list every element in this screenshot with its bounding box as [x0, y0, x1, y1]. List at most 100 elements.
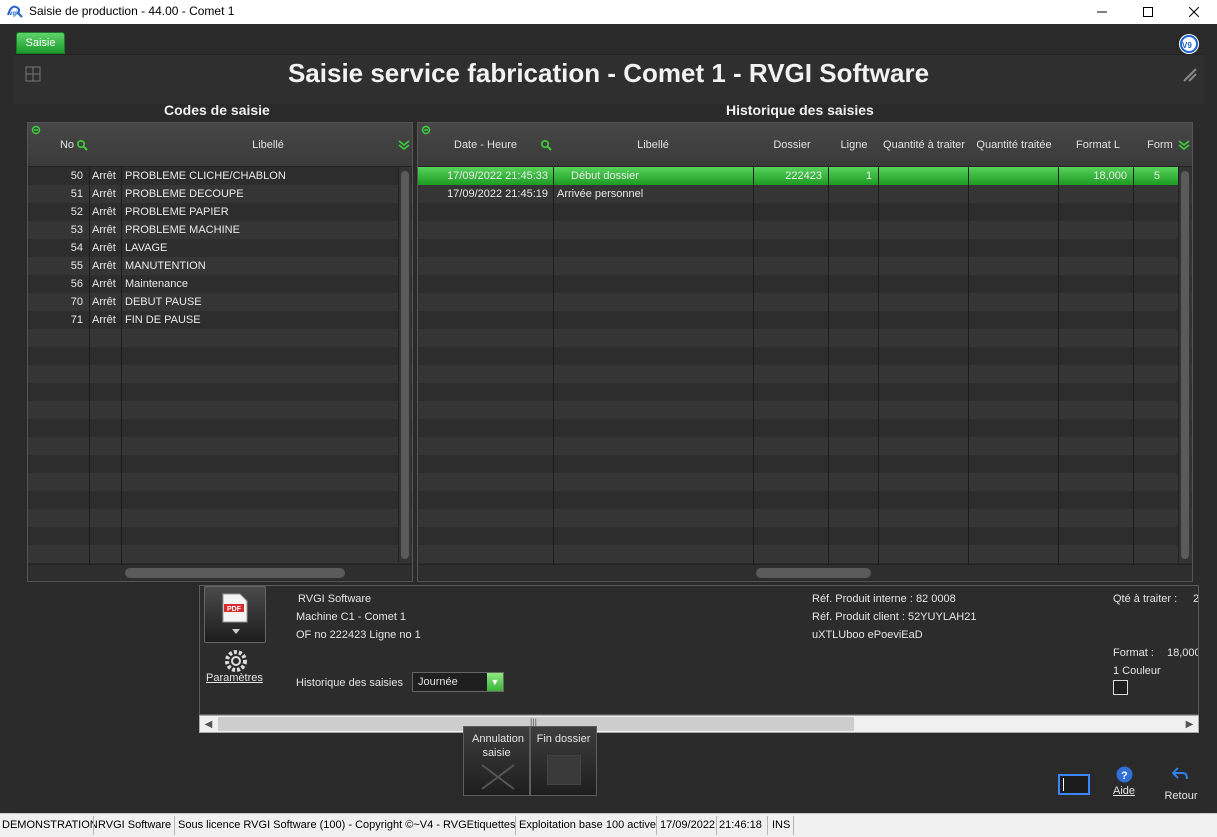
codes-section-title: Codes de saisie	[164, 102, 270, 118]
resize-grip-icon[interactable]	[1181, 66, 1199, 84]
code-type: Arrêt	[92, 170, 116, 182]
gear-icon[interactable]	[222, 648, 250, 674]
status-date: 17/09/2022	[660, 819, 716, 831]
code-type: Arrêt	[92, 206, 116, 218]
code-type: Arrêt	[92, 260, 116, 272]
code-type: Arrêt	[92, 242, 116, 254]
column-header-form[interactable]: Form	[1145, 139, 1175, 151]
column-header-qte-traitee[interactable]: Quantité traitée	[969, 139, 1059, 151]
status-license: Sous licence RVGI Software (100) - Copyr…	[178, 819, 516, 831]
annulation-saisie-button[interactable]: Annulation saisie	[463, 726, 530, 796]
maximize-button[interactable]	[1125, 0, 1171, 24]
back-arrow-icon[interactable]	[1172, 767, 1188, 781]
code-number: 56	[70, 278, 83, 290]
fin-dossier-label: Fin dossier	[536, 733, 591, 745]
code-number: 53	[70, 224, 83, 236]
historique-filter-label: Historique des saisies	[296, 677, 403, 689]
input-box[interactable]	[1058, 774, 1090, 795]
code-libelle: PROBLEME PAPIER	[125, 206, 229, 218]
column-header-ligne[interactable]: Ligne	[830, 139, 878, 151]
column-header-date[interactable]: Date - Heure	[438, 139, 533, 151]
column-header-libelle[interactable]: Libellé	[208, 139, 328, 151]
of-line-label: OF no 222423 Ligne no 1	[296, 629, 421, 641]
row-stripe	[418, 239, 1192, 257]
svg-text:V9: V9	[1182, 41, 1192, 50]
code-number: 52	[70, 206, 83, 218]
codes-vertical-scrollbar[interactable]	[398, 167, 411, 563]
status-bar: DEMONSTRATION RVGI Software Sous licence…	[0, 813, 1217, 837]
minimize-button[interactable]	[1079, 0, 1125, 24]
codes-table-body: 50 Arrêt PROBLEME CLICHE/CHABLON 51 Arrêt PRO…	[28, 167, 412, 581]
row-stripe	[418, 383, 1192, 401]
expand-icon[interactable]	[31, 125, 43, 137]
historique-table: Date - Heure Libellé Dossier Ligne Quant…	[417, 122, 1193, 582]
chevron-down-icon[interactable]	[1178, 139, 1190, 151]
row-stripe	[28, 419, 412, 437]
history-date: 17/09/2022 21:45:33	[447, 170, 548, 182]
row-stripe	[28, 365, 412, 383]
application-frame: Saisie V9 Saisie service fabrication - C…	[14, 24, 1203, 812]
column-header-qte-a-traiter[interactable]: Quantité à traiter	[879, 139, 969, 151]
table-row[interactable]: 51 Arrêt PROBLEME DECOUPE	[28, 185, 398, 203]
history-qte-a-traiter	[879, 167, 964, 185]
column-header-format-l[interactable]: Format L	[1063, 139, 1133, 151]
dropdown-arrow-icon	[232, 629, 240, 634]
table-row[interactable]: 56 Arrêt Maintenance	[28, 275, 398, 293]
row-stripe	[418, 329, 1192, 347]
row-stripe	[28, 383, 412, 401]
code-libelle: PROBLEME DECOUPE	[125, 188, 244, 200]
table-row-selected[interactable]: 17/09/2022 21:45:33 Début dossier 222423 1 1…	[418, 167, 1178, 185]
chevron-down-icon[interactable]	[398, 139, 410, 151]
expand-icon[interactable]	[421, 125, 433, 137]
help-icon[interactable]: ?	[1116, 766, 1133, 783]
window-title: Saisie de production - 44.00 - Comet 1	[29, 4, 235, 18]
pdf-export-button[interactable]: PDF	[204, 586, 266, 643]
scroll-left-icon[interactable]: ◀	[200, 716, 217, 732]
couleur-checkbox[interactable]	[1113, 680, 1128, 695]
history-form: 5	[1153, 170, 1160, 182]
rvgi-logo-icon: V9	[1179, 34, 1199, 54]
search-icon[interactable]	[76, 139, 88, 151]
column-header-dossier[interactable]: Dossier	[758, 139, 826, 151]
status-time: 21:46:18	[719, 819, 762, 831]
aide-button[interactable]: Aide	[1106, 785, 1142, 797]
machine-label: Machine C1 - Comet 1	[296, 611, 407, 623]
historique-table-header: Date - Heure Libellé Dossier Ligne Quant…	[418, 123, 1192, 167]
historique-vertical-scrollbar[interactable]	[1178, 167, 1191, 563]
table-row[interactable]: 70 Arrêt DEBUT PAUSE	[28, 293, 398, 311]
historique-table-body: 17/09/2022 21:45:33 Début dossier 222423 1 1…	[418, 167, 1192, 581]
maximize-icon	[1143, 7, 1153, 17]
code-type: Arrêt	[92, 296, 116, 308]
close-button[interactable]	[1171, 0, 1217, 24]
row-stripe	[418, 203, 1192, 221]
window-title-bar: vgi Saisie de production - 44.00 - Comet…	[0, 0, 1217, 24]
code-number: 50	[70, 170, 83, 182]
table-row[interactable]: 17/09/2022 21:45:19 Arrivée personnel	[418, 185, 1178, 203]
svg-text:PDF: PDF	[227, 606, 242, 613]
status-company: RVGI Software	[98, 819, 172, 831]
scroll-right-icon[interactable]: ▶	[1181, 716, 1198, 732]
table-row[interactable]: 55 Arrêt MANUTENTION	[28, 257, 398, 275]
fin-dossier-button[interactable]: Fin dossier	[530, 726, 597, 796]
row-stripe	[418, 527, 1192, 545]
table-row[interactable]: 50 Arrêt PROBLEME CLICHE/CHABLON	[28, 167, 398, 185]
row-stripe	[28, 473, 412, 491]
table-row[interactable]: 52 Arrêt PROBLEME PAPIER	[28, 203, 398, 221]
historique-horizontal-scrollbar[interactable]	[418, 564, 1192, 580]
parametres-button[interactable]: Paramètres	[206, 672, 263, 684]
info-horizontal-scrollbar[interactable]: ◀ ||| ▶	[199, 715, 1199, 733]
code-libelle: LAVAGE	[125, 242, 168, 254]
history-ligne	[829, 185, 872, 203]
row-stripe	[418, 437, 1192, 455]
history-qte-traitee	[969, 167, 1054, 185]
retour-button[interactable]: Retour	[1160, 790, 1202, 802]
historique-period-select[interactable]: Journée ▼	[412, 672, 504, 692]
codes-horizontal-scrollbar[interactable]	[28, 564, 412, 580]
couleur-label: 1 Couleur	[1113, 665, 1161, 677]
table-row[interactable]: 53 Arrêt PROBLEME MACHINE	[28, 221, 398, 239]
table-row[interactable]: 54 Arrêt LAVAGE	[28, 239, 398, 257]
tab-saisie[interactable]: Saisie	[16, 32, 65, 54]
table-row[interactable]: 71 Arrêt FIN DE PAUSE	[28, 311, 398, 329]
column-header-libelle[interactable]: Libellé	[593, 139, 713, 151]
search-icon[interactable]	[540, 139, 552, 151]
